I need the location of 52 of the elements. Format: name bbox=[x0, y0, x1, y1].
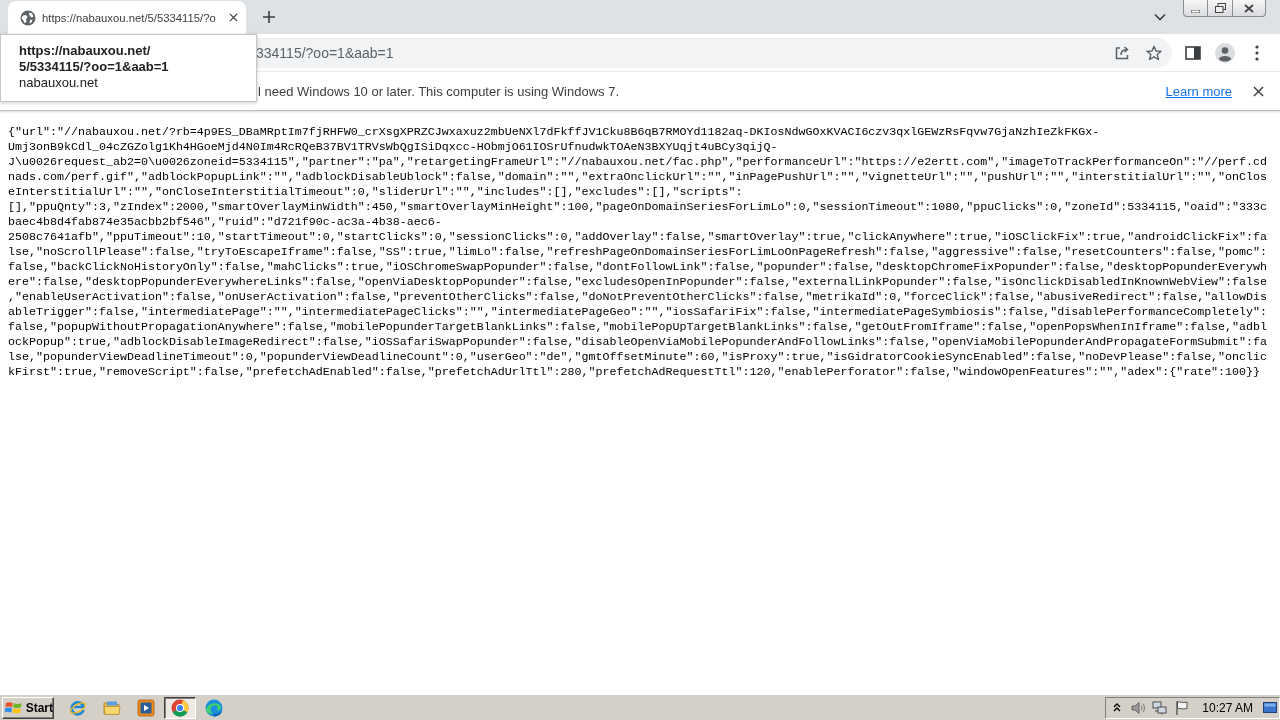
star-icon bbox=[1146, 44, 1162, 61]
windows-flag-icon bbox=[5, 699, 23, 716]
play-icon bbox=[137, 698, 155, 717]
json-text-line: ere":false,"desktopPopunderEverywhereLinks":false,"openViaDesktopPopunder":false,"excludesOpenInPopunder":false,"externalLinkPopunder":false,"isOnclickDisabledInKnownWebView":false bbox=[8, 275, 1268, 290]
json-text-line: eInterstitialUrl":"","onCloseInterstitialTimeout":0,"sliderUrl":"","includes":[],"excludes":[],"scripts": bbox=[8, 185, 743, 200]
chevron-up-icon bbox=[1113, 703, 1122, 712]
speaker-icon[interactable] bbox=[1130, 699, 1147, 716]
json-text-line: J\u0026request_ab2=0\u0026zoneid=5334115","partner":"pa","retargetingFrameUrl":"//nabauxou.net/fac.php","performanceUrl":"https://e2ertt.com","imageToTrackPerformanceOn":"//perf.cd bbox=[8, 155, 1268, 170]
tooltip-domain: nabauxou.net bbox=[19, 75, 98, 91]
json-text-line: ,"enableUserActivation":false,"onUserActivation":false,"preventOtherClicks":false,"doNotPreventOtherClicks":false,"metrikaId":0,"forceClick":false,"abusiveRedirect":false,"allowDis bbox=[8, 290, 1268, 305]
json-text-line: ableTrigger":false,"intermediatePage":"","intermediatePageClicks":"","intermediatePageGeo":"","iosSafariFix":false,"intermediatePageSymbiosis":false,"disablePerformanceCompletely": bbox=[8, 305, 1268, 320]
network-icon[interactable] bbox=[1152, 699, 1169, 716]
taskbar-app-button[interactable] bbox=[164, 696, 196, 719]
globe-icon bbox=[20, 9, 36, 26]
clock-text: 10:27 AM bbox=[1202, 700, 1253, 715]
close-icon bbox=[1252, 85, 1264, 97]
json-text-line: lse,"noScrollPlease":false,"tryToEscapeIframe":false,"SS":true,"limLo":false,"refreshPageOnDomainSeriesForLimLoOnPageRefresh":false,"aggressive":false,"resetCounters":false,"pomc": bbox=[8, 245, 1268, 260]
share-icon bbox=[1114, 44, 1130, 61]
swirl-icon bbox=[205, 698, 223, 717]
json-text-line: [],"ppuQnty":3,"zIndex":2000,"smartOverlayMinWidth":450,"smartOverlayMinHeight":100,"pageOnDomainSeriesForLimLo":0,"sessionTimeout":1080,"ppuClicks":0,"zoneId":5334115,"oaid":"333c bbox=[8, 200, 1268, 215]
close-icon bbox=[1244, 3, 1254, 13]
json-text-line: kFirst":true,"removeScript":false,"prefetchAdEnabled":false,"prefetchAdUrlTtl":280,"prefetchAdRequestTtl":120,"enablePerforator":false,"windowOpenFeatures":"","adex":{"rate":100}} bbox=[8, 365, 1261, 380]
minimize-icon bbox=[1191, 9, 1200, 13]
restore-icon bbox=[1214, 3, 1226, 13]
learn-more-link[interactable]: Learn more bbox=[1165, 83, 1232, 99]
avatar-icon bbox=[1215, 42, 1235, 63]
json-text-line: Umj3onB9kCdl_04cZGZolg1Kh4HGoeMjd4N0Im4RcRQeB37BV1TRVsWbQgISiDqxcc-HObmjO61IOSrUfnudwkTOAeN3BXYUqjt4uBCy3qijQ- bbox=[8, 140, 778, 155]
infobar-close-button[interactable] bbox=[1250, 83, 1266, 99]
plus-icon bbox=[263, 11, 275, 23]
letter-e-icon bbox=[69, 698, 87, 717]
tooltip-title: 5/5334115/?oo=1&aab=1 bbox=[19, 59, 169, 75]
json-text-line: 2508c7641afb","ppuTimeout":10,"startTimeout":0,"startClicks":0,"sessionClicks":0,"addOverlay":false,"smartOverlay":true,"clickAnywhere":true,"iOSClickFix":true,"androidClickFix":fa bbox=[8, 230, 1268, 245]
start-button[interactable]: Start bbox=[2, 696, 54, 719]
chevron-down-icon bbox=[1154, 13, 1166, 21]
browser-tab[interactable]: https://nabauxou.net/5/5334115/?o bbox=[8, 1, 246, 34]
json-text-line: baec4b8d4fab874e35acbb2bf546","ruid":"d721f90c-ac3a-4b38-aec6- bbox=[8, 215, 442, 230]
json-text-line: false,"popupWithoutPropagationAnywhere":false,"mobilePopunderTargetBlankLinks":false,"mobilePopUpTargetBlankLinks":false,"getOutFromIframe":false,"openPopsWhenInIframe":false,"adbl bbox=[8, 320, 1268, 335]
flag-icon[interactable] bbox=[1174, 699, 1191, 716]
json-text-line: false,"backClickNoHistoryOnly":false,"mahClicks":true,"iOSChromeSwapPopunder":false,"dontFollowLink":false,"popunder":false,"desktopChromeFixPopunder":false,"desktopPopunderEverywh bbox=[8, 260, 1268, 275]
json-text-line: {"url":"//nabauxou.net/?rb=4p9ES_DBaMRptIm7fjRHFW0_crXsgXPRZCJwxaxuz2mbUeNXl7dFkffJV1Cku8B6qB7RMOYd1182aq-DKIosNdwGOxKVACI6czv3qxlGEWzRsFqvw7GjaNzhIeZkFKGx- bbox=[8, 125, 1100, 140]
restore-button[interactable] bbox=[1208, 0, 1233, 17]
side-panel-icon bbox=[1185, 45, 1201, 60]
json-text-line: lse,"popunderViewDeadlineTimeout":0,"popunderViewDeadlineCount":0,"userGeo":"de","gmtOffsetMinute":60,"isProxy":true,"isGidratorCookieSyncEnabled":false,"noDevPlease":false,"onclic bbox=[8, 350, 1268, 365]
window-close-button[interactable] bbox=[1233, 0, 1266, 17]
close-icon bbox=[228, 13, 238, 22]
json-text-line: nads.com/perf.gif","adblockPopupLink":"","adblockDisableUblock":false,"domain":"","extraOnclickUrl":"","inPagePushUrl":"","vignetteUrl":"","pushUrl":"","interstitialUrl":"","onClos bbox=[8, 170, 1268, 185]
show-desktop-icon[interactable] bbox=[1263, 702, 1277, 713]
json-text-line: ockPopup":true,"adblockDisableImageRedirect":false,"iOSSafariSwapPopunder":false,"disableOpenViaMobilePopunderAndFollowLinks":false,"openViaMobilePopunderAndPropagateFormSubmit":fa bbox=[8, 335, 1268, 350]
circle-logo-icon bbox=[171, 698, 189, 717]
kebab-menu-icon bbox=[1255, 44, 1259, 61]
tooltip-title: https://nabauxou.net/ bbox=[19, 43, 151, 59]
infobar-message: l need Windows 10 or later. This computer is using Windows 7. bbox=[258, 83, 620, 99]
